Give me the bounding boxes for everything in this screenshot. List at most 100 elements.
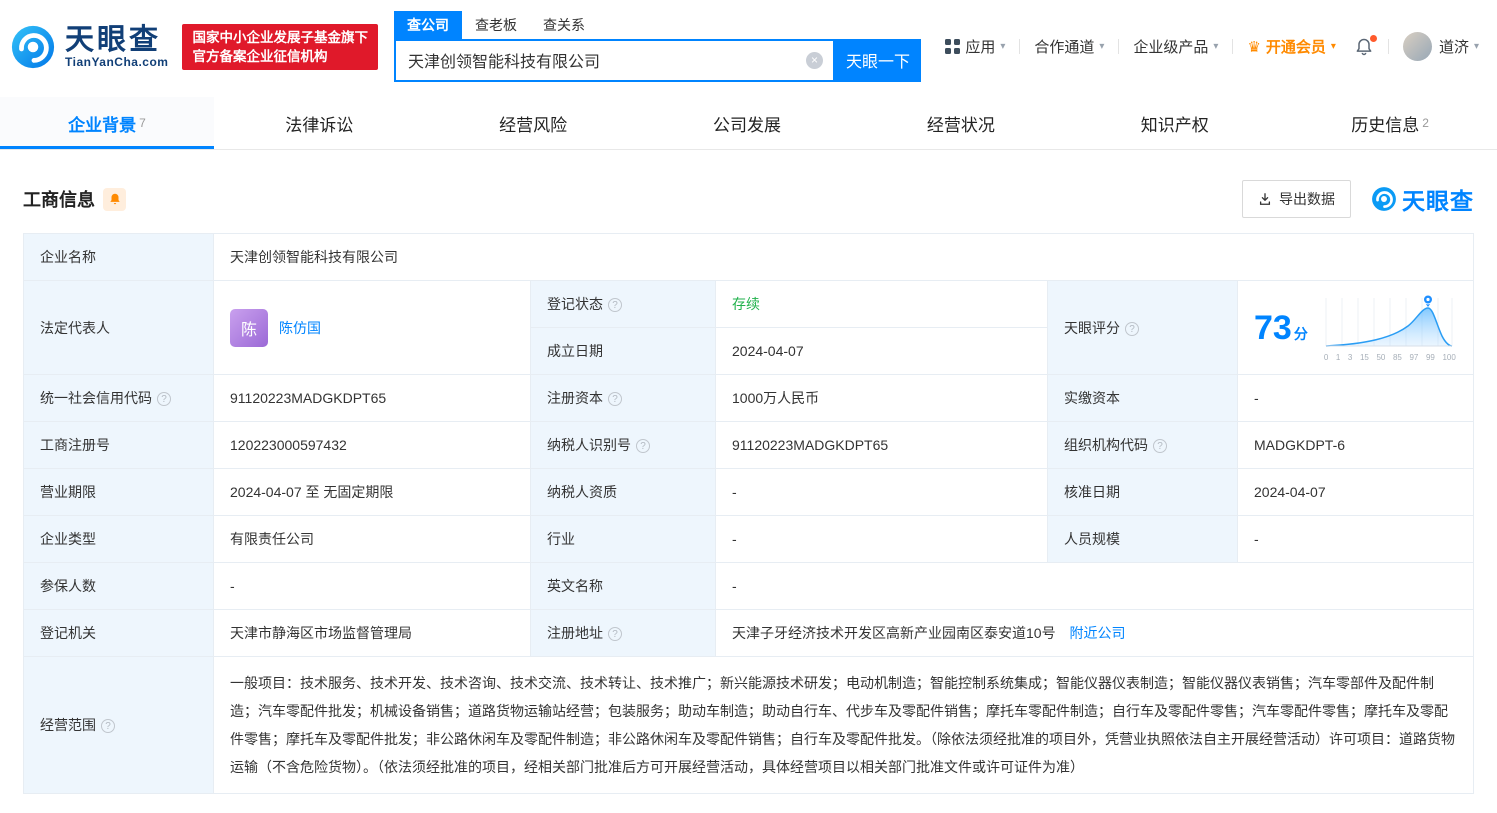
- score-number[interactable]: 73 分: [1254, 311, 1308, 345]
- reg-capital-value: 1000万人民币: [715, 374, 1048, 422]
- search-button[interactable]: 天眼一下: [834, 38, 921, 82]
- field-label: 经营范围?: [23, 656, 214, 794]
- taxpayer-quality-value: -: [715, 468, 1048, 516]
- industry-value: -: [715, 515, 1048, 563]
- nav-cooperation-label: 合作通道: [1034, 39, 1095, 56]
- export-data-button[interactable]: 导出数据: [1242, 180, 1351, 218]
- tab-label: 经营状况: [926, 115, 995, 135]
- search-tabs: 查公司 查老板 查关系: [393, 10, 921, 39]
- badge-line1: 国家中小企业发展子基金旗下: [192, 29, 368, 45]
- nav-enterprise-products[interactable]: 企业级产品 ▾: [1133, 36, 1218, 57]
- business-term-value: 2024-04-07 至 无固定期限: [213, 468, 531, 516]
- search-tab-relation[interactable]: 查关系: [530, 11, 598, 39]
- crown-icon: ♛: [1247, 38, 1261, 56]
- nav-apps[interactable]: 应用 ▾: [945, 36, 1005, 57]
- tab-operational-risk[interactable]: 经营风险: [428, 97, 642, 149]
- business-scope-value: 一般项目：技术服务、技术开发、技术咨询、技术交流、技术转让、技术推广；新兴能源技…: [213, 656, 1474, 794]
- field-label: 营业期限: [23, 468, 214, 516]
- approval-date-value: 2024-04-07: [1237, 468, 1474, 516]
- table-row: 参保人数 - 英文名称 -: [23, 562, 1474, 610]
- tab-history-info[interactable]: 历史信息 2: [1283, 97, 1497, 149]
- help-icon[interactable]: ?: [157, 392, 171, 406]
- badge-line2: 官方备案企业征信机构: [192, 48, 328, 64]
- legal-rep-avatar[interactable]: 陈: [230, 308, 268, 347]
- field-label: 实缴资本: [1047, 374, 1238, 422]
- tab-label: 企业背景: [68, 115, 137, 135]
- field-label: 成立日期: [530, 327, 716, 375]
- credit-code-value: 91120223MADGKDPT65: [213, 374, 531, 422]
- chevron-down-icon: ▾: [1099, 41, 1105, 52]
- field-label: 行业: [530, 515, 716, 563]
- tianyancha-logo[interactable]: 天眼查 TianYanCha.com: [10, 24, 168, 70]
- help-icon[interactable]: ?: [1153, 439, 1167, 453]
- company-page-tabs: 企业背景 7 法律诉讼 经营风险 公司发展 经营状况 知识产权 历史信息 2: [0, 97, 1497, 150]
- nav-divider: [1232, 39, 1234, 54]
- search-input[interactable]: [407, 51, 806, 69]
- field-label: 企业类型: [23, 515, 214, 563]
- search-tab-company[interactable]: 查公司: [393, 10, 462, 39]
- clear-search-icon[interactable]: ×: [805, 51, 823, 69]
- table-row: 工商注册号 120223000597432 纳税人识别号? 91120223MA…: [23, 421, 1474, 469]
- tianyancha-watermark-icon: [1372, 187, 1396, 211]
- status-badge: 存续: [732, 296, 760, 312]
- search-area: 查公司 查老板 查关系 × 天眼一下: [393, 10, 921, 82]
- help-icon[interactable]: ?: [1125, 321, 1139, 336]
- help-icon[interactable]: ?: [608, 298, 622, 312]
- establish-date-value: 2024-04-07: [715, 327, 1048, 375]
- field-label: 法定代表人: [23, 280, 214, 375]
- chevron-down-icon: ▾: [1000, 41, 1006, 52]
- table-row: 经营范围? 一般项目：技术服务、技术开发、技术咨询、技术交流、技术转让、技术推广…: [23, 656, 1474, 794]
- nav-cooperation[interactable]: 合作通道 ▾: [1034, 36, 1104, 57]
- tab-business-status[interactable]: 经营状况: [855, 97, 1069, 149]
- help-icon[interactable]: ?: [608, 392, 622, 406]
- help-icon[interactable]: ?: [101, 719, 115, 733]
- tab-legal-proceedings[interactable]: 法律诉讼: [214, 97, 428, 149]
- company-name-value: 天津创领智能科技有限公司: [213, 233, 1474, 281]
- legal-rep-link[interactable]: 陈仿国: [279, 318, 321, 338]
- field-label: 注册资本?: [530, 374, 716, 422]
- field-label: 登记状态?: [530, 280, 716, 328]
- watermark-text: 天眼查: [1402, 188, 1474, 214]
- nav-vip-label: 开通会员: [1265, 39, 1326, 56]
- nav-divider: [1019, 39, 1021, 54]
- section-title: 工商信息: [23, 190, 95, 210]
- field-label: 企业名称: [23, 233, 214, 281]
- tab-intellectual-property[interactable]: 知识产权: [1069, 97, 1283, 149]
- table-row: 营业期限 2024-04-07 至 无固定期限 纳税人资质 - 核准日期 202…: [23, 468, 1474, 516]
- nearby-companies-link[interactable]: 附近公司: [1069, 625, 1125, 641]
- tab-label: 历史信息: [1351, 115, 1420, 135]
- table-row: 登记机关 天津市静海区市场监督管理局 注册地址? 天津子牙经济技术开发区高新产业…: [23, 609, 1474, 657]
- reg-status-value: 存续: [715, 280, 1048, 328]
- help-icon[interactable]: ?: [608, 627, 622, 641]
- table-row: 企业类型 有限责任公司 行业 - 人员规模 -: [23, 515, 1474, 563]
- help-icon[interactable]: ?: [636, 439, 650, 453]
- subscribe-bell-icon[interactable]: [103, 187, 126, 211]
- tianyancha-logo-icon: [11, 25, 55, 68]
- field-label: 工商注册号: [23, 421, 214, 469]
- field-label: 统一社会信用代码?: [23, 374, 214, 422]
- field-label: 人员规模: [1047, 515, 1238, 563]
- chevron-down-icon: ▾: [1330, 41, 1336, 52]
- chevron-down-icon: ▾: [1473, 41, 1479, 52]
- reg-number-value: 120223000597432: [213, 421, 531, 469]
- tab-company-background[interactable]: 企业背景 7: [0, 97, 214, 149]
- org-code-value: MADGKDPT-6: [1237, 421, 1474, 469]
- field-label: 纳税人识别号?: [530, 421, 716, 469]
- business-info-table: 企业名称 天津创领智能科技有限公司 法定代表人 陈 陈仿国 登记状态? 存续 天…: [23, 233, 1474, 794]
- apps-grid-icon: [945, 39, 960, 54]
- nav-open-vip[interactable]: ♛ 开通会员 ▾: [1247, 36, 1336, 57]
- logo-text-en: TianYanCha.com: [65, 54, 169, 69]
- tab-label: 知识产权: [1140, 115, 1209, 135]
- notification-dot: [1369, 34, 1377, 42]
- table-row: 法定代表人 陈 陈仿国 登记状态? 存续 天眼评分? 73 分 0 1 3 15…: [23, 280, 1474, 375]
- field-label: 核准日期: [1047, 468, 1238, 516]
- nav-enterprise-label: 企业级产品: [1133, 39, 1209, 56]
- score-distribution-chart[interactable]: 01 3 15 50 85 97 99 100: [1324, 294, 1456, 362]
- user-account[interactable]: 道济 ▾: [1402, 32, 1479, 61]
- field-label: 注册地址?: [530, 609, 716, 657]
- main-content: 工商信息 导出数据 天眼查 企业名称 天津创领智能科技有限公司 法定代表人 陈 …: [0, 180, 1497, 794]
- english-name-value: -: [715, 562, 1474, 610]
- search-tab-boss[interactable]: 查老板: [462, 11, 530, 39]
- tab-company-development[interactable]: 公司发展: [642, 97, 856, 149]
- notification-bell-icon[interactable]: [1354, 34, 1377, 57]
